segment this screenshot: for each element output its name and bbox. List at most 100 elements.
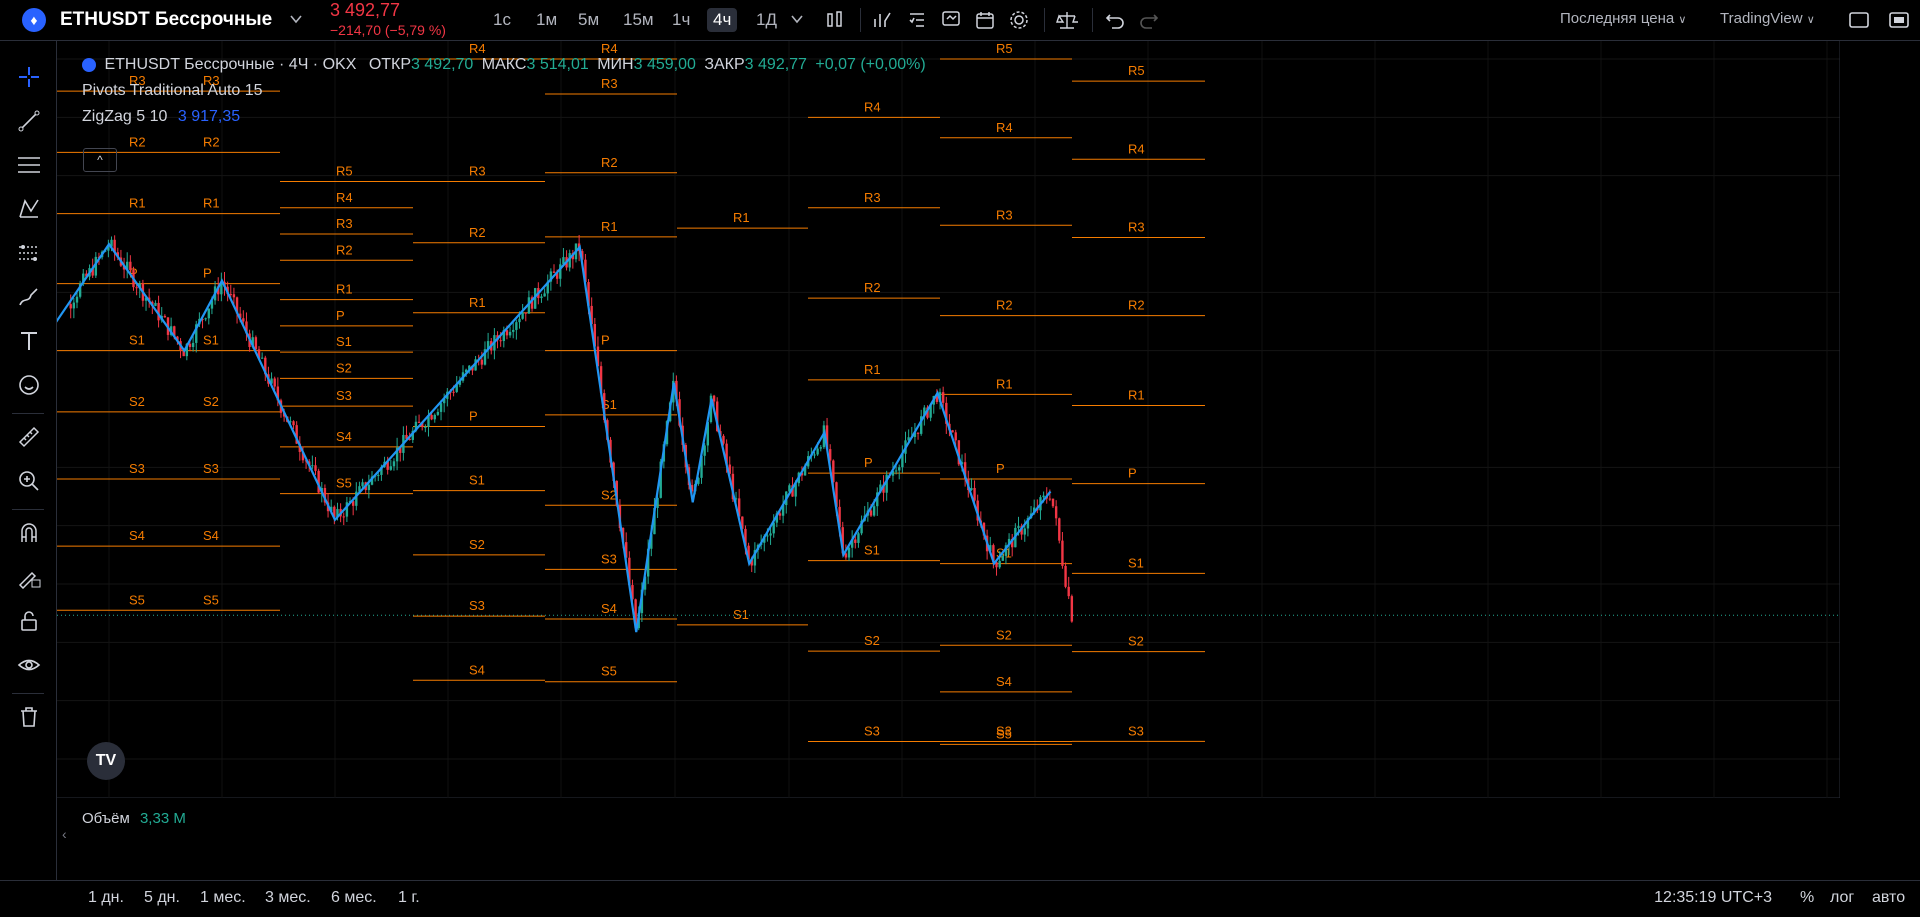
candle-body xyxy=(505,330,509,336)
trash-icon[interactable] xyxy=(17,705,41,729)
candle-body xyxy=(433,414,436,420)
price-chart[interactable]: R3 R2 R1 P S1 S2 S3 S4 S5 R3 R2 R1 P S1 S2 S3 S4 S5 R5 R4 R3… xyxy=(57,41,1840,798)
text-icon[interactable] xyxy=(17,329,41,353)
undo-icon[interactable] xyxy=(1104,9,1126,31)
candle-body xyxy=(951,430,954,433)
zigzag-indicator-label[interactable]: ZigZag 5 10 xyxy=(82,108,167,125)
pivot-label: R2 xyxy=(864,280,881,295)
pivots-indicator-label[interactable]: Pivots Traditional Auto 15 xyxy=(82,82,926,100)
templates-icon[interactable] xyxy=(906,9,928,31)
candle-body xyxy=(367,484,371,491)
pivot-label: S5 xyxy=(129,592,145,607)
pivot-label: R1 xyxy=(469,295,486,310)
ruler-icon[interactable] xyxy=(17,425,41,449)
interval-2[interactable]: 5м xyxy=(572,8,605,32)
lock-icon[interactable] xyxy=(17,609,41,633)
volume-label: Объём xyxy=(82,810,130,827)
last-price: 3 492,77 xyxy=(330,0,401,20)
zigzag-line xyxy=(57,242,1052,633)
range-button[interactable]: 5 дн. xyxy=(144,889,180,907)
candle-body xyxy=(72,302,76,309)
candle-body xyxy=(273,378,276,387)
candle-body xyxy=(260,357,264,359)
volume-legend: Объём 3,33 M xyxy=(82,810,186,827)
eye-icon[interactable] xyxy=(17,653,41,677)
range-button[interactable]: 1 мес. xyxy=(200,889,246,907)
interval-0[interactable]: 1с xyxy=(487,8,517,32)
range-button[interactable]: 6 мес. xyxy=(331,889,377,907)
pivot-label: S2 xyxy=(1128,634,1144,649)
high-value: 3 514,01 xyxy=(526,56,589,73)
pivot-label: S1 xyxy=(336,334,352,349)
clock[interactable]: 12:35:19 UTC+3 xyxy=(1654,889,1772,907)
interval-5[interactable]: 4ч xyxy=(707,8,738,32)
close-label: ЗАКР xyxy=(704,56,745,73)
pivot-label: S2 xyxy=(469,537,485,552)
candle-body xyxy=(916,432,920,434)
chevron-down-icon[interactable] xyxy=(289,12,303,29)
candle-body xyxy=(524,312,527,314)
pivot-label: P xyxy=(1128,466,1137,481)
range-button[interactable]: 3 мес. xyxy=(265,889,311,907)
open-label: ОТКР xyxy=(368,56,412,73)
settings-icon[interactable] xyxy=(1008,9,1030,31)
crosshair-icon[interactable] xyxy=(17,65,41,89)
forecast-icon[interactable] xyxy=(17,241,41,265)
candle-body xyxy=(1064,565,1067,587)
interval-3[interactable]: 15м xyxy=(617,8,660,32)
layout-select[interactable]: TradingView ∨ xyxy=(1720,10,1815,27)
bars-icon[interactable] xyxy=(824,9,846,31)
auto-toggle[interactable]: авто xyxy=(1872,889,1905,907)
chevron-down-icon[interactable] xyxy=(790,12,812,34)
fullscreen-icon[interactable] xyxy=(1848,9,1870,31)
trendline-icon[interactable] xyxy=(17,109,41,133)
zoom-icon[interactable] xyxy=(17,469,41,493)
candle-body xyxy=(847,547,851,558)
pivot-label: S4 xyxy=(336,429,352,444)
pivot-label: S1 xyxy=(469,473,485,488)
legend-title[interactable]: ETHUSDT Бессрочные · 4Ч · OKX xyxy=(104,56,356,73)
pivot-label: R2 xyxy=(1128,298,1145,313)
pivot-label: S3 xyxy=(601,551,617,566)
pivot-label: R1 xyxy=(203,196,220,211)
range-button[interactable]: 1 г. xyxy=(398,889,420,907)
candle-body xyxy=(512,329,515,332)
pivot-label: R2 xyxy=(203,134,220,149)
tradingview-logo-icon[interactable]: TV xyxy=(87,742,125,780)
pivot-label: S1 xyxy=(1128,555,1144,570)
collapse-sidebar-icon[interactable]: ‹ xyxy=(62,826,67,842)
interval-4[interactable]: 1ч xyxy=(666,8,696,32)
pivot-label: R1 xyxy=(996,376,1013,391)
symbol-name[interactable]: ETHUSDT Бессрочные xyxy=(60,9,272,31)
scales-icon[interactable] xyxy=(1056,9,1079,31)
candle-body xyxy=(69,304,72,309)
log-toggle[interactable]: лог xyxy=(1830,889,1854,907)
candle-body xyxy=(188,343,192,348)
fib-icon[interactable] xyxy=(17,153,41,177)
brush-icon[interactable] xyxy=(17,285,41,309)
screenshot-icon[interactable] xyxy=(1888,9,1910,31)
ethereum-icon[interactable]: ♦ xyxy=(22,8,46,32)
pivot-label: R5 xyxy=(336,164,353,179)
emoji-icon[interactable] xyxy=(17,373,41,397)
pivot-label: S2 xyxy=(203,394,219,409)
pivot-label: R4 xyxy=(1128,141,1145,156)
percent-toggle[interactable]: % xyxy=(1800,889,1814,907)
pivot-label: S3 xyxy=(336,388,352,403)
magnet-icon[interactable] xyxy=(17,521,41,545)
interval-1[interactable]: 1м xyxy=(530,8,563,32)
price-type-select[interactable]: Последняя цена ∨ xyxy=(1560,10,1686,27)
interval-6[interactable]: 1Д xyxy=(750,8,783,32)
chart-legend: ETHUSDT Бессрочные · 4Ч · OKX ОТКР3 492,… xyxy=(82,56,926,126)
candle-body xyxy=(1058,518,1061,541)
candle-body xyxy=(292,421,295,426)
pattern-icon[interactable] xyxy=(17,197,41,221)
collapse-legend-button[interactable]: ^ xyxy=(83,148,117,172)
replay-icon[interactable] xyxy=(974,9,996,31)
range-button[interactable]: 1 дн. xyxy=(88,889,124,907)
redo-icon[interactable] xyxy=(1138,9,1160,31)
indicators-icon[interactable] xyxy=(872,9,894,31)
candle-body xyxy=(1061,540,1064,566)
lock-drawing-icon[interactable] xyxy=(17,565,41,590)
alert-icon[interactable] xyxy=(940,9,962,31)
